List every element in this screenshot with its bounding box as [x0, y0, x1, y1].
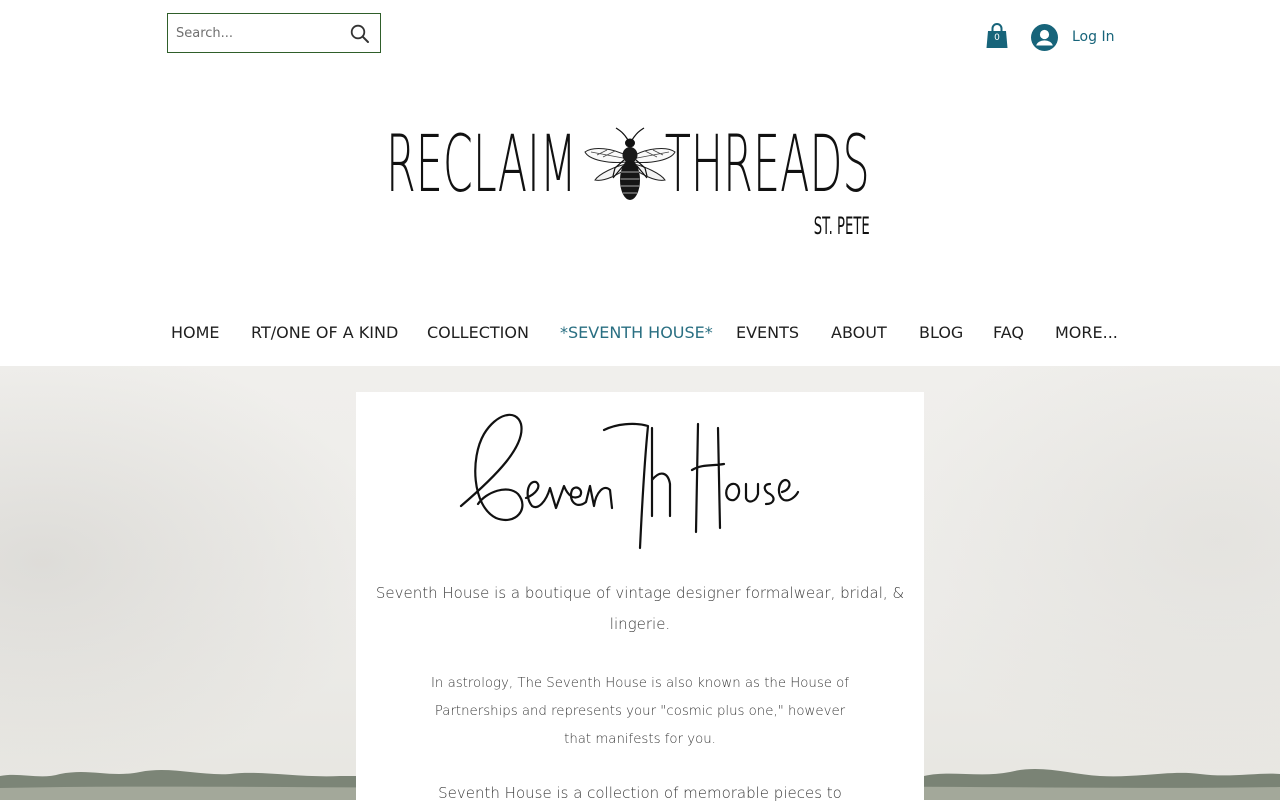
intro-paragraph: Seventh House is a boutique of vintage d…	[375, 584, 905, 633]
nav-seventh-house[interactable]: *SEVENTH HOUSE*	[560, 323, 713, 343]
bee-icon	[584, 127, 676, 200]
nav-more[interactable]: MORE...	[1055, 323, 1118, 343]
nav-rt-one-of-a-kind[interactable]: RT/ONE OF A KIND	[251, 323, 398, 343]
content-card: Seventh House is a boutique of vintage d…	[356, 392, 924, 812]
cart-button[interactable]: 0	[985, 22, 1009, 50]
user-icon	[1031, 23, 1058, 51]
astrology-paragraph: In astrology, The Seventh House is also …	[431, 676, 849, 747]
cart-count-badge: 0	[994, 33, 1000, 43]
login-label: Log In	[1072, 29, 1115, 45]
nav-collection[interactable]: COLLECTION	[427, 323, 529, 343]
nav-events[interactable]: EVENTS	[736, 323, 799, 343]
collection-paragraph: Seventh House is a collection of memorab…	[438, 784, 842, 802]
site-logo[interactable]: RECLAIM THREADS ST. PETE	[386, 120, 876, 245]
login-button[interactable]: Log In	[1031, 22, 1114, 52]
logo-subtitle: ST. PETE	[814, 212, 870, 240]
search-box[interactable]	[167, 13, 381, 53]
nav-blog[interactable]: BLOG	[919, 323, 963, 343]
nav-home[interactable]: HOME	[171, 323, 220, 343]
nav-faq[interactable]: FAQ	[993, 323, 1024, 343]
search-icon[interactable]	[349, 23, 371, 45]
search-input[interactable]	[176, 14, 344, 52]
logo-word-reclaim: RECLAIM	[386, 120, 577, 210]
seventh-house-script-logo	[459, 413, 800, 550]
logo-word-threads: THREADS	[665, 120, 870, 210]
nav-about[interactable]: ABOUT	[831, 323, 887, 343]
